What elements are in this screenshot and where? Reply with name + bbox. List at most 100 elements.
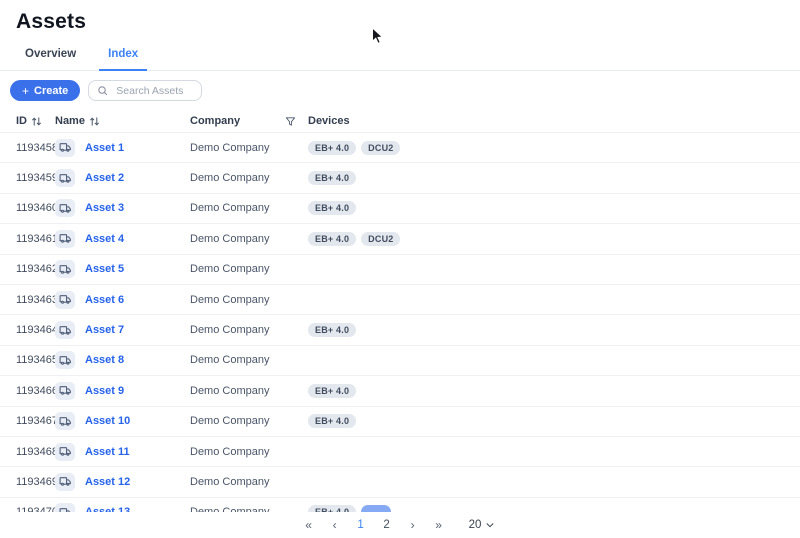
sort-icon[interactable] [89, 116, 100, 127]
table-row: 1193463 Asset 6 Demo Company [0, 285, 800, 315]
column-header-devices: Devices [308, 115, 800, 127]
column-label: Devices [308, 115, 350, 127]
cell-name: Asset 9 [55, 382, 190, 400]
asset-link[interactable]: Asset 2 [85, 172, 124, 184]
device-badge: EB+ 4.0 [308, 232, 356, 246]
table-row: 1193458 Asset 1 Demo Company EB+ 4.0DCU2 [0, 133, 800, 163]
asset-link[interactable]: Asset 1 [85, 142, 124, 154]
asset-link[interactable]: Asset 9 [85, 385, 124, 397]
cell-name: Asset 6 [55, 291, 190, 309]
next-page-button[interactable]: › [403, 515, 423, 535]
cell-name: Asset 8 [55, 351, 190, 369]
search-input[interactable] [114, 84, 193, 98]
assets-page: Assets Overview Index + Create ID [0, 0, 800, 538]
cell-company: Demo Company [190, 324, 308, 336]
table-row: 1193465 Asset 8 Demo Company [0, 346, 800, 376]
create-button-label: Create [34, 85, 68, 97]
chevron-down-icon [485, 520, 495, 530]
asset-link[interactable]: Asset 5 [85, 263, 124, 275]
table-row: 1193466 Asset 9 Demo Company EB+ 4.0 [0, 376, 800, 406]
cell-name: Asset 11 [55, 443, 190, 461]
first-page-button[interactable]: « [299, 515, 319, 535]
cell-id: 1193469 [16, 476, 55, 488]
column-header-id: ID [16, 115, 55, 127]
asset-link[interactable]: Asset 6 [85, 294, 124, 306]
cell-id: 1193459 [16, 172, 55, 184]
device-badge: EB+ 4.0 [308, 323, 356, 337]
last-page-button[interactable]: » [429, 515, 449, 535]
device-badge: DCU2 [361, 232, 400, 246]
asset-link[interactable]: Asset 10 [85, 415, 130, 427]
truck-icon [55, 199, 75, 217]
cell-id: 1193464 [16, 324, 55, 336]
cell-name: Asset 7 [55, 321, 190, 339]
column-label: Name [55, 115, 85, 127]
asset-link[interactable]: Asset 4 [85, 233, 124, 245]
table-row: 1193464 Asset 7 Demo Company EB+ 4.0 [0, 315, 800, 345]
device-badge: EB+ 4.0 [308, 414, 356, 428]
table-header: ID Name Company [0, 110, 800, 133]
search-icon [97, 85, 108, 96]
sort-icon[interactable] [31, 116, 42, 127]
column-label: ID [16, 115, 27, 127]
table-row: 1193467 Asset 10 Demo Company EB+ 4.0 [0, 407, 800, 437]
cell-devices: EB+ 4.0 [308, 384, 800, 398]
table-row: 1193459 Asset 2 Demo Company EB+ 4.0 [0, 163, 800, 193]
filter-icon[interactable] [285, 116, 296, 127]
cell-id: 1193463 [16, 294, 55, 306]
cell-id: 1193460 [16, 202, 55, 214]
truck-icon [55, 443, 75, 461]
device-badge: EB+ 4.0 [308, 171, 356, 185]
cell-company: Demo Company [190, 172, 308, 184]
cell-company: Demo Company [190, 202, 308, 214]
page-title: Assets [16, 10, 800, 34]
asset-link[interactable]: Asset 12 [85, 476, 130, 488]
tab-index[interactable]: Index [99, 48, 147, 71]
cell-id: 1193465 [16, 354, 55, 366]
tab-overview[interactable]: Overview [16, 48, 85, 71]
asset-link[interactable]: Asset 8 [85, 354, 124, 366]
device-badge: EB+ 4.0 [308, 201, 356, 215]
column-label: Company [190, 115, 240, 127]
cell-devices: EB+ 4.0 DCU2 [308, 232, 800, 246]
cell-company: Demo Company [190, 476, 308, 488]
cell-name: Asset 4 [55, 230, 190, 248]
cell-name: Asset 5 [55, 260, 190, 278]
cell-company: Demo Company [190, 354, 308, 366]
table-row: 1193461 Asset 4 Demo Company EB+ 4.0DCU2 [0, 224, 800, 254]
cell-id: 1193467 [16, 415, 55, 427]
tab-label: Index [108, 48, 138, 60]
toolbar: + Create [0, 71, 800, 110]
cell-company: Demo Company [190, 446, 308, 458]
asset-link[interactable]: Asset 3 [85, 202, 124, 214]
cell-name: Asset 1 [55, 139, 190, 157]
tabs: Overview Index [0, 48, 800, 71]
truck-icon [55, 230, 75, 248]
truck-icon [55, 382, 75, 400]
cell-name: Asset 3 [55, 199, 190, 217]
device-badge: EB+ 4.0 [308, 141, 356, 155]
cell-id: 1193461 [16, 233, 55, 245]
cell-id: 1193462 [16, 263, 55, 275]
truck-icon [55, 412, 75, 430]
column-header-company: Company [190, 115, 308, 127]
cell-company: Demo Company [190, 415, 308, 427]
cell-devices: EB+ 4.0 [308, 323, 800, 337]
page-button-1[interactable]: 1 [351, 515, 371, 535]
table-row: 1193462 Asset 5 Demo Company [0, 255, 800, 285]
cell-id: 1193466 [16, 385, 55, 397]
table-row: 1193468 Asset 11 Demo Company [0, 437, 800, 467]
cell-devices: EB+ 4.0 [308, 414, 800, 428]
asset-link[interactable]: Asset 7 [85, 324, 124, 336]
asset-link[interactable]: Asset 11 [85, 446, 130, 458]
truck-icon [55, 473, 75, 491]
cell-devices: EB+ 4.0DCU2 [308, 141, 800, 155]
page-size-select[interactable]: 20 [463, 518, 502, 532]
page-button-2[interactable]: 2 [377, 515, 397, 535]
cell-devices: EB+ 4.0 [308, 201, 800, 215]
tab-label: Overview [25, 48, 76, 60]
cell-id: 1193458 [16, 142, 55, 154]
previous-page-button[interactable]: ‹ [325, 515, 345, 535]
create-button[interactable]: + Create [10, 80, 80, 101]
cell-name: Asset 10 [55, 412, 190, 430]
